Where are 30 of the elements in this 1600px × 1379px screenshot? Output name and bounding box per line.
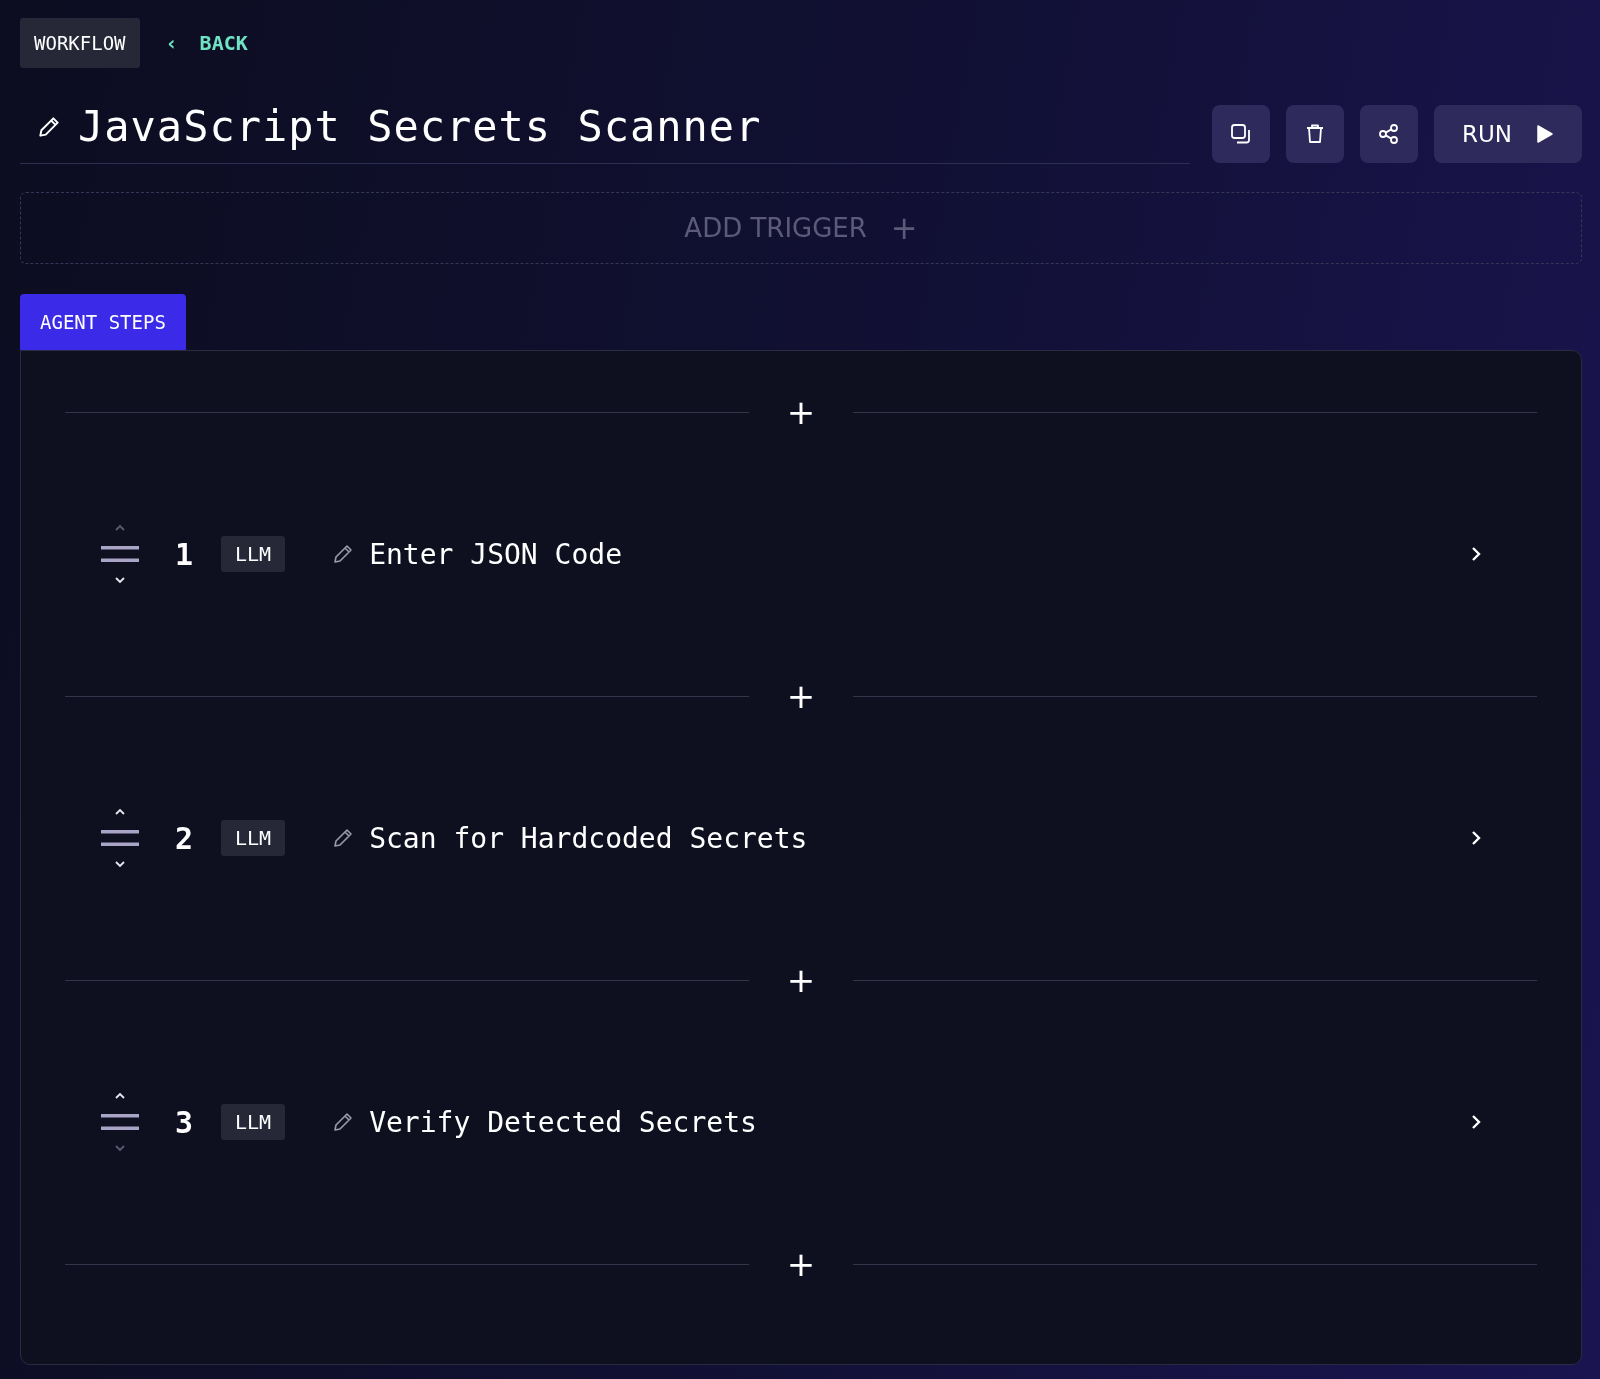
add-step-button[interactable]: +	[772, 679, 830, 713]
share-button[interactable]	[1360, 105, 1418, 163]
play-icon	[1534, 124, 1554, 144]
workflow-title: JavaScript Secrets Scanner	[78, 102, 762, 151]
step-name: Enter JSON Code	[369, 537, 623, 571]
drag-handle-icon[interactable]	[101, 828, 139, 848]
step-name: Scan for Hardcoded Secrets	[369, 821, 809, 855]
share-icon	[1377, 122, 1401, 146]
step-type-tag: LLM	[221, 820, 286, 856]
chevron-right-icon[interactable]	[1471, 546, 1481, 562]
tab[interactable]: AGENT STEPS	[20, 294, 186, 350]
copy-icon	[1229, 122, 1253, 146]
step-number: 1	[175, 536, 195, 572]
step-type-tag: LLM	[221, 1104, 286, 1140]
delete-button[interactable]	[1286, 105, 1344, 163]
step-type-tag: LLM	[221, 536, 286, 572]
workflow-badge: WORKFLOW	[20, 18, 140, 68]
run-button[interactable]: RUN	[1434, 105, 1582, 163]
back-link[interactable]: ‹ BACK	[165, 31, 248, 55]
add-step-button[interactable]: +	[772, 395, 830, 429]
step-name: Verify Detected Secrets	[369, 1105, 758, 1139]
chevron-right-icon[interactable]	[1471, 1114, 1481, 1130]
add-step-button[interactable]: +	[772, 963, 830, 997]
add-step-button[interactable]: +	[772, 1247, 830, 1281]
step-number: 3	[175, 1104, 195, 1140]
step-number: 2	[175, 820, 195, 856]
duplicate-button[interactable]	[1212, 105, 1270, 163]
drag-handle-icon[interactable]	[101, 1112, 139, 1132]
drag-handle-icon[interactable]	[101, 544, 139, 564]
chevron-right-icon[interactable]	[1471, 830, 1481, 846]
